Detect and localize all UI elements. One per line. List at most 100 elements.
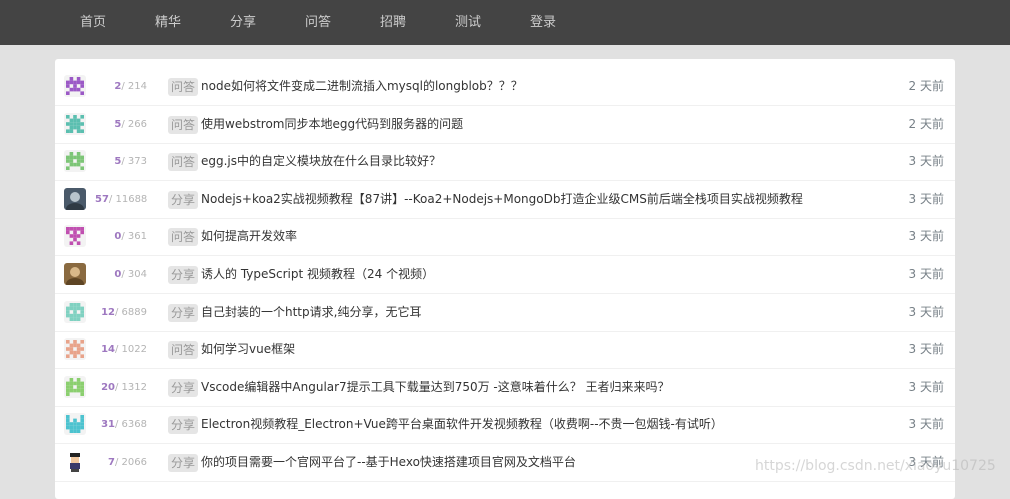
reply-visit-count: 5/ 266 bbox=[95, 106, 147, 143]
last-reply-time[interactable]: 3 天前 bbox=[909, 143, 944, 180]
topic-row[interactable]: 0/ 304 分享 诱人的 TypeScript 视频教程（24 个视频） 3 天前 bbox=[55, 256, 955, 294]
top-navbar: 首页 精华 分享 问答 招聘 测试 登录 bbox=[0, 0, 1010, 45]
topic-row[interactable]: 5/ 266 问答 使用webstrom同步本地egg代码到服务器的问题 2 天前 bbox=[55, 106, 955, 144]
visit-count: 214 bbox=[127, 81, 147, 92]
reply-visit-count: 57/ 11688 bbox=[95, 181, 147, 218]
reply-visit-count: 5/ 373 bbox=[95, 143, 147, 180]
last-reply-time[interactable]: 2 天前 bbox=[909, 68, 944, 105]
topic-row[interactable]: 12/ 6889 分享 自己封装的一个http请求,纯分享，无它耳 3 天前 bbox=[55, 294, 955, 332]
topic-title-link[interactable]: egg.js中的自定义模块放在什么目录比较好？ bbox=[201, 143, 441, 180]
user-avatar[interactable] bbox=[64, 301, 86, 323]
count-separator: / bbox=[121, 119, 125, 130]
topic-row[interactable]: 5/ 373 问答 egg.js中的自定义模块放在什么目录比较好？ 3 天前 bbox=[55, 143, 955, 181]
topic-tag: 问答 bbox=[168, 341, 199, 359]
count-separator: / bbox=[121, 231, 125, 242]
last-reply-time[interactable]: 3 天前 bbox=[909, 406, 944, 443]
watermark: https://blog.csdn.net/xiaoyu10725 bbox=[755, 458, 996, 474]
topic-tag: 分享 bbox=[168, 191, 199, 209]
visit-count: 361 bbox=[127, 231, 147, 242]
topic-title-link[interactable]: Nodejs+koa2实战视频教程【87讲】--Koa2+Nodejs+Mong… bbox=[201, 181, 803, 218]
last-reply-time[interactable]: 3 天前 bbox=[909, 369, 944, 406]
user-avatar[interactable] bbox=[64, 376, 86, 398]
reply-visit-count: 12/ 6889 bbox=[95, 294, 147, 331]
nav-item-essence[interactable]: 精华 bbox=[155, 0, 181, 45]
last-reply-time[interactable]: 3 天前 bbox=[909, 218, 944, 255]
topic-row[interactable]: 57/ 11688 分享 Nodejs+koa2实战视频教程【87讲】--Koa2+… bbox=[55, 181, 955, 219]
count-separator: / bbox=[114, 307, 119, 318]
nav-item-test[interactable]: 测试 bbox=[455, 0, 481, 45]
reply-visit-count: 0/ 361 bbox=[95, 218, 147, 255]
reply-visit-count: 20/ 1312 bbox=[95, 369, 147, 406]
topic-tag: 问答 bbox=[168, 228, 199, 246]
visit-count: 1312 bbox=[121, 382, 147, 393]
topic-list: 2/ 214 问答 node如何将文件变成二进制流插入mysql的longblob？… bbox=[55, 59, 955, 499]
nav-item-home[interactable]: 首页 bbox=[80, 0, 106, 45]
visit-count: 1022 bbox=[121, 344, 147, 355]
topic-row[interactable]: 31/ 6368 分享 Electron视频教程_Electron+Vue跨平台桌面… bbox=[55, 406, 955, 444]
reply-count: 57 bbox=[95, 194, 109, 205]
user-avatar[interactable] bbox=[64, 150, 86, 172]
count-separator: / bbox=[108, 194, 113, 205]
user-avatar[interactable] bbox=[64, 225, 86, 247]
count-separator: / bbox=[121, 269, 125, 280]
last-reply-time[interactable]: 3 天前 bbox=[909, 181, 944, 218]
nav-item-share[interactable]: 分享 bbox=[230, 0, 256, 45]
count-separator: / bbox=[114, 382, 119, 393]
reply-count: 31 bbox=[101, 419, 115, 430]
topic-tag: 分享 bbox=[168, 454, 199, 472]
reply-visit-count: 31/ 6368 bbox=[95, 406, 147, 443]
nav-item-login[interactable]: 登录 bbox=[530, 0, 556, 45]
nav-item-jobs[interactable]: 招聘 bbox=[380, 0, 406, 45]
count-separator: / bbox=[114, 419, 119, 430]
user-avatar[interactable] bbox=[64, 263, 86, 285]
topic-title-link[interactable]: Electron视频教程_Electron+Vue跨平台桌面软件开发视频教程（收… bbox=[201, 406, 723, 443]
last-reply-time[interactable]: 3 天前 bbox=[909, 294, 944, 331]
user-avatar[interactable] bbox=[64, 75, 86, 97]
last-reply-time[interactable]: 3 天前 bbox=[909, 331, 944, 368]
count-separator: / bbox=[121, 81, 125, 92]
count-separator: / bbox=[114, 344, 119, 355]
topic-row[interactable]: 20/ 1312 分享 Vscode编辑器中Angular7提示工具下载量达到750… bbox=[55, 369, 955, 407]
last-reply-time[interactable]: 2 天前 bbox=[909, 106, 944, 143]
topic-title-link[interactable]: 自己封装的一个http请求,纯分享，无它耳 bbox=[201, 294, 421, 331]
reply-visit-count: 2/ 214 bbox=[95, 68, 147, 105]
count-separator: / bbox=[121, 156, 125, 167]
topic-tag: 分享 bbox=[168, 379, 199, 397]
visit-count: 6368 bbox=[121, 419, 147, 430]
user-avatar[interactable] bbox=[64, 113, 86, 135]
visit-count: 6889 bbox=[121, 307, 147, 318]
reply-count: 20 bbox=[101, 382, 115, 393]
count-separator: / bbox=[114, 457, 119, 468]
topic-tag: 分享 bbox=[168, 416, 199, 434]
visit-count: 11688 bbox=[115, 194, 148, 205]
topic-title-link[interactable]: Vscode编辑器中Angular7提示工具下载量达到750万 -这意味着什么？… bbox=[201, 369, 670, 406]
user-avatar[interactable] bbox=[64, 338, 86, 360]
topic-tag: 问答 bbox=[168, 116, 199, 134]
topic-row[interactable]: 14/ 1022 问答 如何学习vue框架 3 天前 bbox=[55, 331, 955, 369]
topic-row[interactable]: 0/ 361 问答 如何提高开发效率 3 天前 bbox=[55, 218, 955, 256]
topic-title-link[interactable]: 你的项目需要一个官网平台了--基于Hexo快速搭建项目官网及文档平台 bbox=[201, 444, 576, 481]
user-avatar[interactable] bbox=[64, 413, 86, 435]
topic-tag: 分享 bbox=[168, 266, 199, 284]
reply-visit-count: 14/ 1022 bbox=[95, 331, 147, 368]
topic-title-link[interactable]: 如何学习vue框架 bbox=[201, 331, 295, 368]
reply-count: 7 bbox=[108, 457, 115, 468]
topic-tag: 问答 bbox=[168, 78, 199, 96]
visit-count: 2066 bbox=[121, 457, 147, 468]
topic-title-link[interactable]: node如何将文件变成二进制流插入mysql的longblob？？？ bbox=[201, 68, 523, 105]
user-avatar[interactable] bbox=[64, 451, 86, 473]
reply-visit-count: 0/ 304 bbox=[95, 256, 147, 293]
last-reply-time[interactable]: 3 天前 bbox=[909, 256, 944, 293]
topic-title-link[interactable]: 诱人的 TypeScript 视频教程（24 个视频） bbox=[201, 256, 434, 293]
visit-count: 373 bbox=[127, 156, 147, 167]
nav-item-ask[interactable]: 问答 bbox=[305, 0, 331, 45]
reply-count: 14 bbox=[101, 344, 115, 355]
visit-count: 304 bbox=[127, 269, 147, 280]
reply-count: 12 bbox=[101, 307, 115, 318]
topic-tag: 分享 bbox=[168, 304, 199, 322]
topic-title-link[interactable]: 使用webstrom同步本地egg代码到服务器的问题 bbox=[201, 106, 463, 143]
user-avatar[interactable] bbox=[64, 188, 86, 210]
topic-title-link[interactable]: 如何提高开发效率 bbox=[201, 218, 297, 255]
visit-count: 266 bbox=[127, 119, 147, 130]
topic-row[interactable]: 2/ 214 问答 node如何将文件变成二进制流插入mysql的longblob？… bbox=[55, 68, 955, 106]
